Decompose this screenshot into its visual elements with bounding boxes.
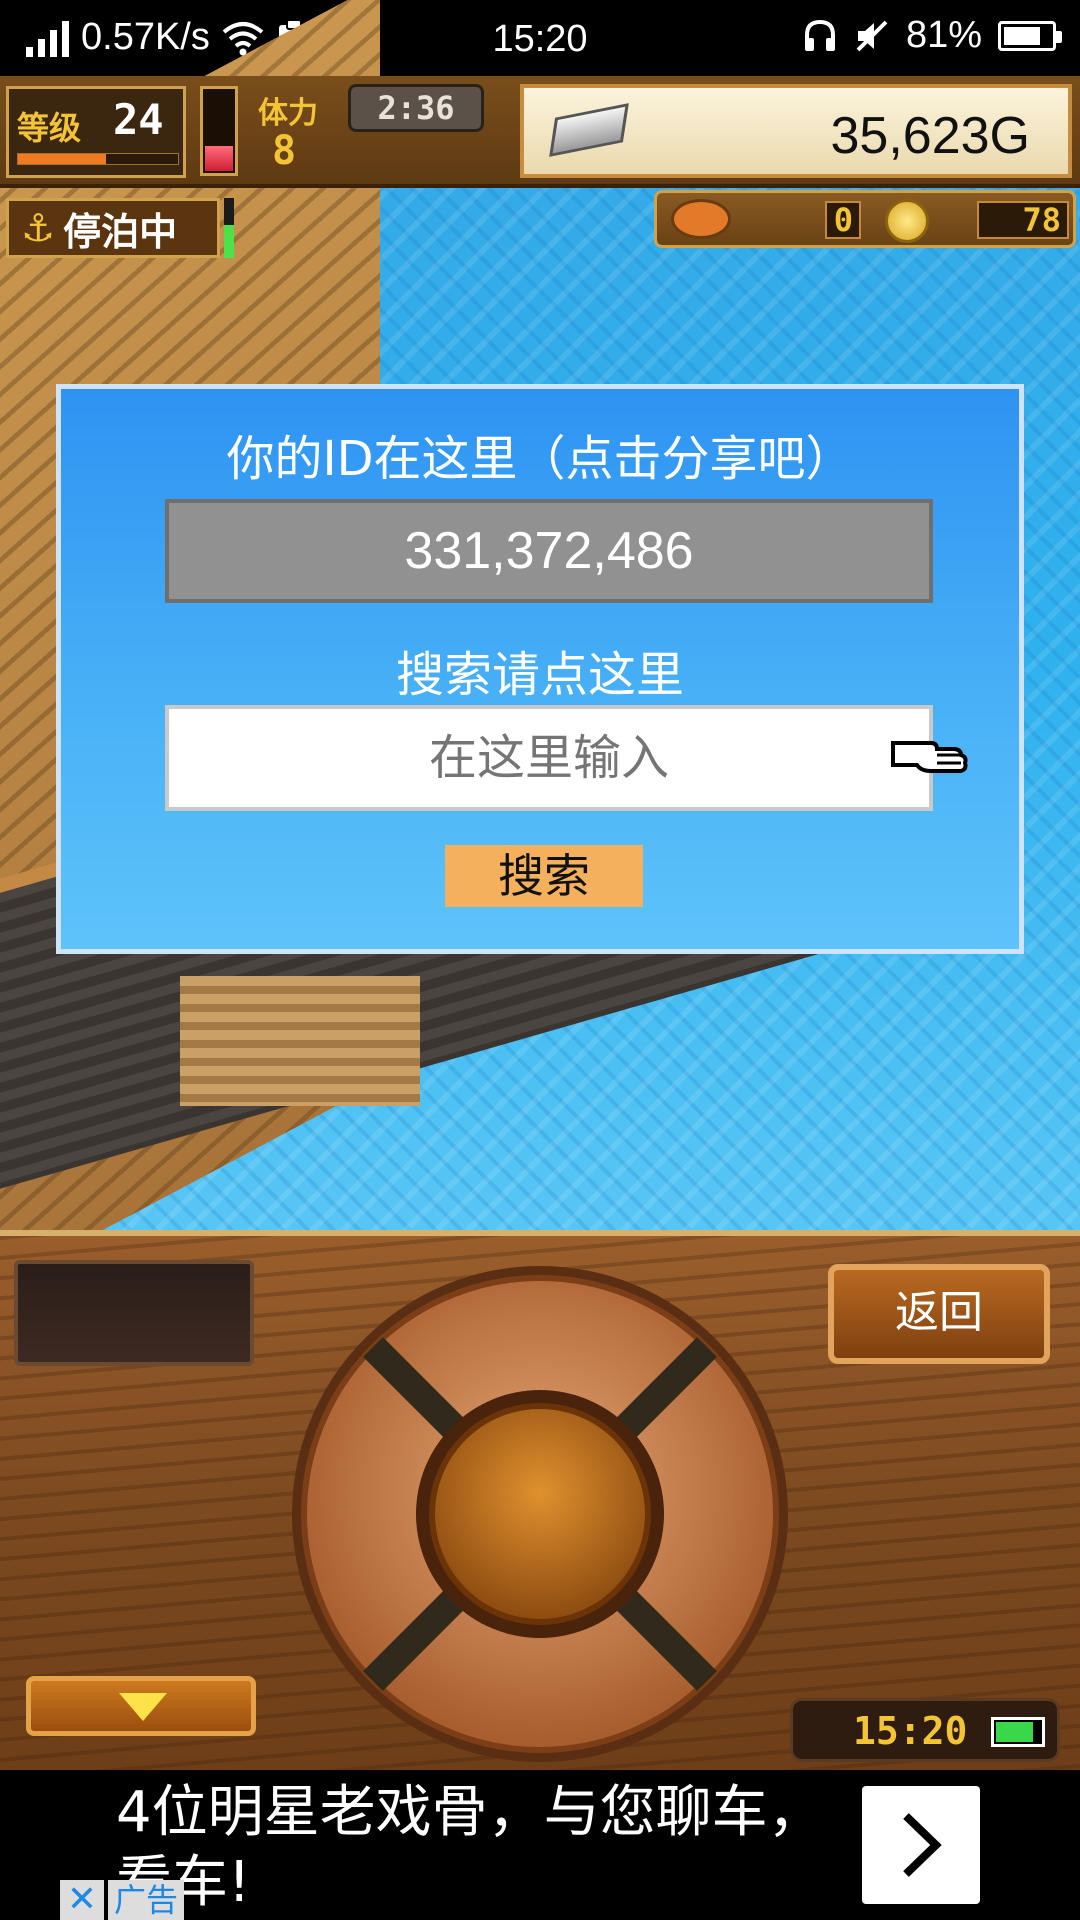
search-hint: 搜索请点这里 [395, 647, 684, 703]
headphones-icon [804, 19, 835, 51]
silver-ingot-icon [549, 103, 629, 157]
ad-banner[interactable]: 4位明星老戏骨，与您聊车，看车! ✕ 广告 [0, 1770, 1080, 1920]
game-battery-icon [991, 1717, 1045, 1747]
ad-headline[interactable]: 4位明星老戏骨，与您聊车，看车! [116, 1778, 836, 1918]
scroll-down-button[interactable] [26, 1676, 256, 1736]
item-slot [14, 1260, 254, 1366]
level-value: 24 [113, 95, 164, 144]
ad-arrow-button[interactable] [862, 1786, 980, 1904]
status-badge[interactable]: ⚓ 停泊中 [6, 198, 220, 258]
level-panel: 等级 24 [6, 86, 186, 178]
back-button[interactable]: 返回 [828, 1264, 1050, 1364]
anchor-icon: ⚓ [21, 206, 56, 250]
ship-stairs [180, 976, 420, 1106]
control-panel: 返回 15:20 [0, 1230, 1080, 1770]
status-badge-label: 停泊中 [63, 209, 178, 254]
money-value: 35,623G [830, 107, 1031, 165]
stamina-label: 体力 [258, 96, 318, 131]
directional-pad[interactable] [288, 1262, 792, 1766]
status-bar: 0.57K/s 15:20 81% [0, 0, 1080, 76]
down-arrow-icon [119, 1693, 167, 1721]
coin-count: 78 [977, 201, 1069, 239]
stamina-timer: 2:36 [348, 84, 484, 132]
dialog-title: 你的ID在这里（点击分享吧） [226, 431, 854, 487]
game-clock: 15:20 [790, 1698, 1060, 1762]
stamina-gauge [200, 86, 238, 176]
mute-icon [856, 20, 888, 51]
battery-icon [998, 20, 1062, 51]
id-search-dialog: 你的ID在这里（点击分享吧） 331,372,486 搜索请点这里 搜索 [56, 384, 1024, 954]
money-panel: 35,623G [520, 84, 1072, 178]
player-id-display[interactable]: 331,372,486 [165, 499, 933, 603]
ad-label: 广告 [108, 1880, 185, 1920]
pointing-hand-icon [891, 741, 968, 773]
game-clock-time: 15:20 [853, 1709, 968, 1753]
search-button[interactable]: 搜索 [445, 845, 643, 907]
ad-close-button[interactable]: ✕ [60, 1880, 104, 1920]
chevron-right-icon [903, 1813, 942, 1877]
top-hud: 等级 24 体力 8 2:36 35,623G [0, 76, 1080, 188]
resource-bar: 0 78 [654, 190, 1076, 248]
stamina-value: 8 [272, 128, 297, 174]
signal-gauge [224, 198, 234, 258]
food-count: 0 [825, 201, 861, 239]
level-progress-bar [17, 153, 179, 165]
level-label: 等级 [17, 109, 82, 147]
coin-icon [885, 199, 929, 243]
battery-percent: 81% [905, 14, 982, 56]
meat-icon [671, 199, 731, 239]
search-input[interactable] [165, 705, 933, 811]
status-right: 81% [802, 14, 1062, 57]
